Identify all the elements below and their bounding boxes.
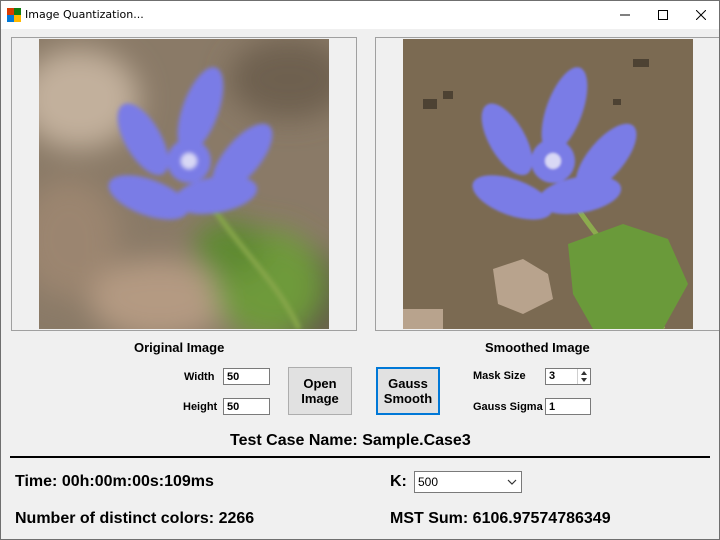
open-image-button[interactable]: Open Image [288,367,352,415]
chevron-down-icon[interactable] [507,478,517,486]
smoothed-image-box [375,37,719,331]
original-image-caption: Original Image [134,340,225,355]
open-image-button-line2: Image [301,391,339,406]
mask-size-label: Mask Size [473,370,526,382]
stepper-down-icon[interactable] [578,376,590,383]
height-field[interactable]: 50 [223,398,270,415]
maximize-button[interactable] [643,1,683,29]
mst-sum-readout: MST Sum: 6106.97574786349 [390,510,611,527]
k-select-value: 500 [418,475,439,489]
window-title: Image Quantization... [25,8,144,21]
smoothed-image-caption: Smoothed Image [485,340,590,355]
test-case-name: Test Case Name: Sample.Case3 [230,432,471,449]
gauss-smooth-button-line2: Smooth [383,391,433,406]
open-image-button-line1: Open [303,376,337,391]
gauss-smooth-button[interactable]: Gauss Smooth [376,367,440,415]
minimize-button[interactable] [605,1,645,29]
mask-size-stepper[interactable]: 3 [545,368,591,385]
width-label: Width [184,371,215,383]
mask-size-value: 3 [549,370,556,382]
minimize-icon [620,14,630,16]
close-icon [696,10,706,20]
original-image [39,39,329,329]
divider-line [10,456,710,458]
time-readout: Time: 00h:00m:00s:109ms [15,473,214,490]
width-field[interactable]: 50 [223,368,270,385]
gauss-sigma-label: Gauss Sigma [473,401,543,413]
k-select[interactable]: 500 [414,471,522,493]
height-label: Height [183,401,218,413]
gauss-sigma-field[interactable]: 1 [545,398,591,415]
stepper-arrows[interactable] [577,369,590,384]
title-bar[interactable]: Image Quantization... [1,1,719,29]
app-icon [7,8,21,22]
close-button[interactable] [681,1,719,29]
stepper-up-icon[interactable] [578,369,590,376]
maximize-icon [658,10,668,20]
main-window: Image Quantization... Original Image Smo… [0,0,720,540]
gauss-smooth-button-line1: Gauss [388,376,428,391]
distinct-colors-readout: Number of distinct colors: 2266 [15,510,255,527]
k-label: K: [390,473,407,490]
smoothed-image [403,39,693,329]
original-image-box [11,37,357,331]
